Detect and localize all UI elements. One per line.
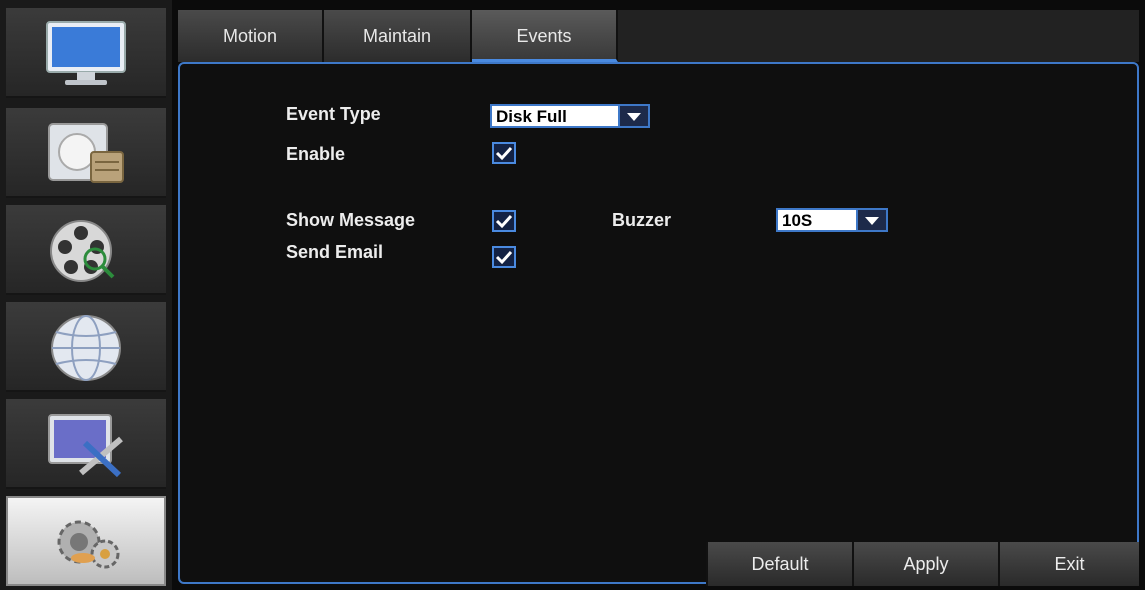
tab-motion[interactable]: Motion (178, 10, 324, 62)
system-tools-icon (48, 414, 123, 478)
sidebar-item-network[interactable] (6, 302, 166, 392)
sidebar-item-playback[interactable] (6, 205, 166, 295)
show-message-label: Show Message (286, 210, 416, 230)
send-email-checkbox[interactable] (492, 246, 516, 268)
chevron-down-icon[interactable] (618, 106, 648, 126)
events-settings-panel: Event Type Disk Full Enable Show Message… (178, 62, 1139, 584)
apply-button[interactable]: Apply (852, 542, 998, 586)
tab-events[interactable]: Events (472, 10, 618, 62)
record-icon (48, 123, 124, 183)
show-message-checkbox[interactable] (492, 210, 516, 232)
exit-button[interactable]: Exit (998, 542, 1139, 586)
buzzer-value: 10S (782, 211, 813, 230)
network-globe-icon (51, 315, 121, 381)
default-button[interactable]: Default (706, 542, 852, 586)
advanced-gears-icon (57, 520, 120, 569)
event-type-value: Disk Full (496, 107, 567, 126)
checkmark-icon (495, 250, 513, 265)
chevron-down-icon[interactable] (856, 210, 886, 230)
sidebar-item-system[interactable] (6, 399, 166, 489)
tab-bar: Motion Maintain Events (178, 10, 1139, 62)
send-email-label: Send Email (286, 242, 384, 262)
tab-maintain[interactable]: Maintain (324, 10, 472, 62)
film-reel-search-icon (50, 220, 115, 282)
sidebar-item-record[interactable] (6, 108, 166, 198)
event-type-label: Event Type (286, 104, 381, 124)
enable-checkbox[interactable] (492, 142, 516, 164)
buzzer-label: Buzzer (612, 210, 672, 230)
buzzer-select[interactable]: 10S (776, 208, 888, 232)
sidebar-item-display[interactable] (6, 8, 166, 98)
enable-label: Enable (286, 144, 346, 164)
checkmark-icon (495, 146, 513, 161)
monitor-icon (46, 21, 126, 85)
sidebar-item-advanced[interactable] (6, 496, 166, 586)
event-type-select[interactable]: Disk Full (490, 104, 650, 128)
checkmark-icon (495, 214, 513, 229)
sidebar (0, 0, 172, 590)
